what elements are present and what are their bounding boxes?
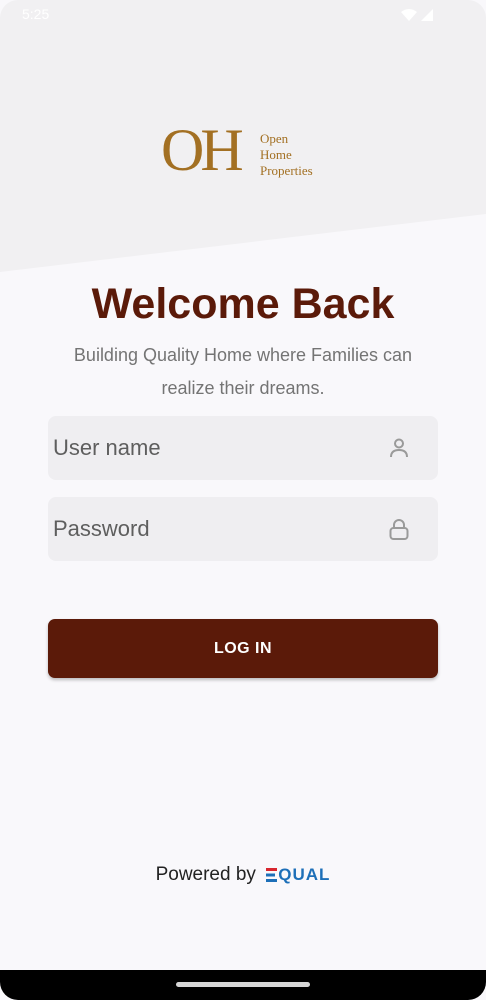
logo-monogram: OH — [161, 117, 244, 183]
cell-signal-icon — [421, 9, 433, 21]
logo-line-open: Open — [260, 131, 289, 146]
logo-line-home: Home — [260, 147, 292, 162]
password-input[interactable] — [48, 497, 373, 561]
person-icon — [390, 438, 408, 458]
logo-wordmark: Open Home Properties — [260, 131, 313, 179]
equal-mark-icon — [265, 868, 277, 882]
lock-icon — [389, 519, 409, 540]
password-field[interactable] — [48, 497, 438, 561]
page-title: Welcome Back — [91, 280, 395, 328]
wifi-icon — [401, 9, 417, 21]
logo-line-properties: Properties — [260, 163, 313, 178]
page-subtitle: Building Quality Home where Families can… — [73, 345, 413, 398]
username-field[interactable] — [48, 416, 438, 480]
home-indicator[interactable] — [176, 982, 310, 987]
company-logo: OH Open Home Properties — [161, 112, 331, 188]
status-bar: 5:25 — [0, 0, 486, 30]
powered-by: Powered by EQUAL — [0, 860, 486, 890]
username-input[interactable] — [48, 416, 373, 480]
status-icons — [401, 9, 433, 21]
powered-by-label: Powered by — [155, 864, 256, 885]
phone-screen: 5:25 OH Open Home Properties Welcome Bac… — [0, 0, 486, 1000]
login-button[interactable]: LOG IN — [48, 619, 438, 678]
status-time: 5:25 — [22, 6, 50, 22]
navigation-bar — [0, 970, 486, 1000]
equal-brand-logo: EQUAL — [265, 865, 331, 885]
